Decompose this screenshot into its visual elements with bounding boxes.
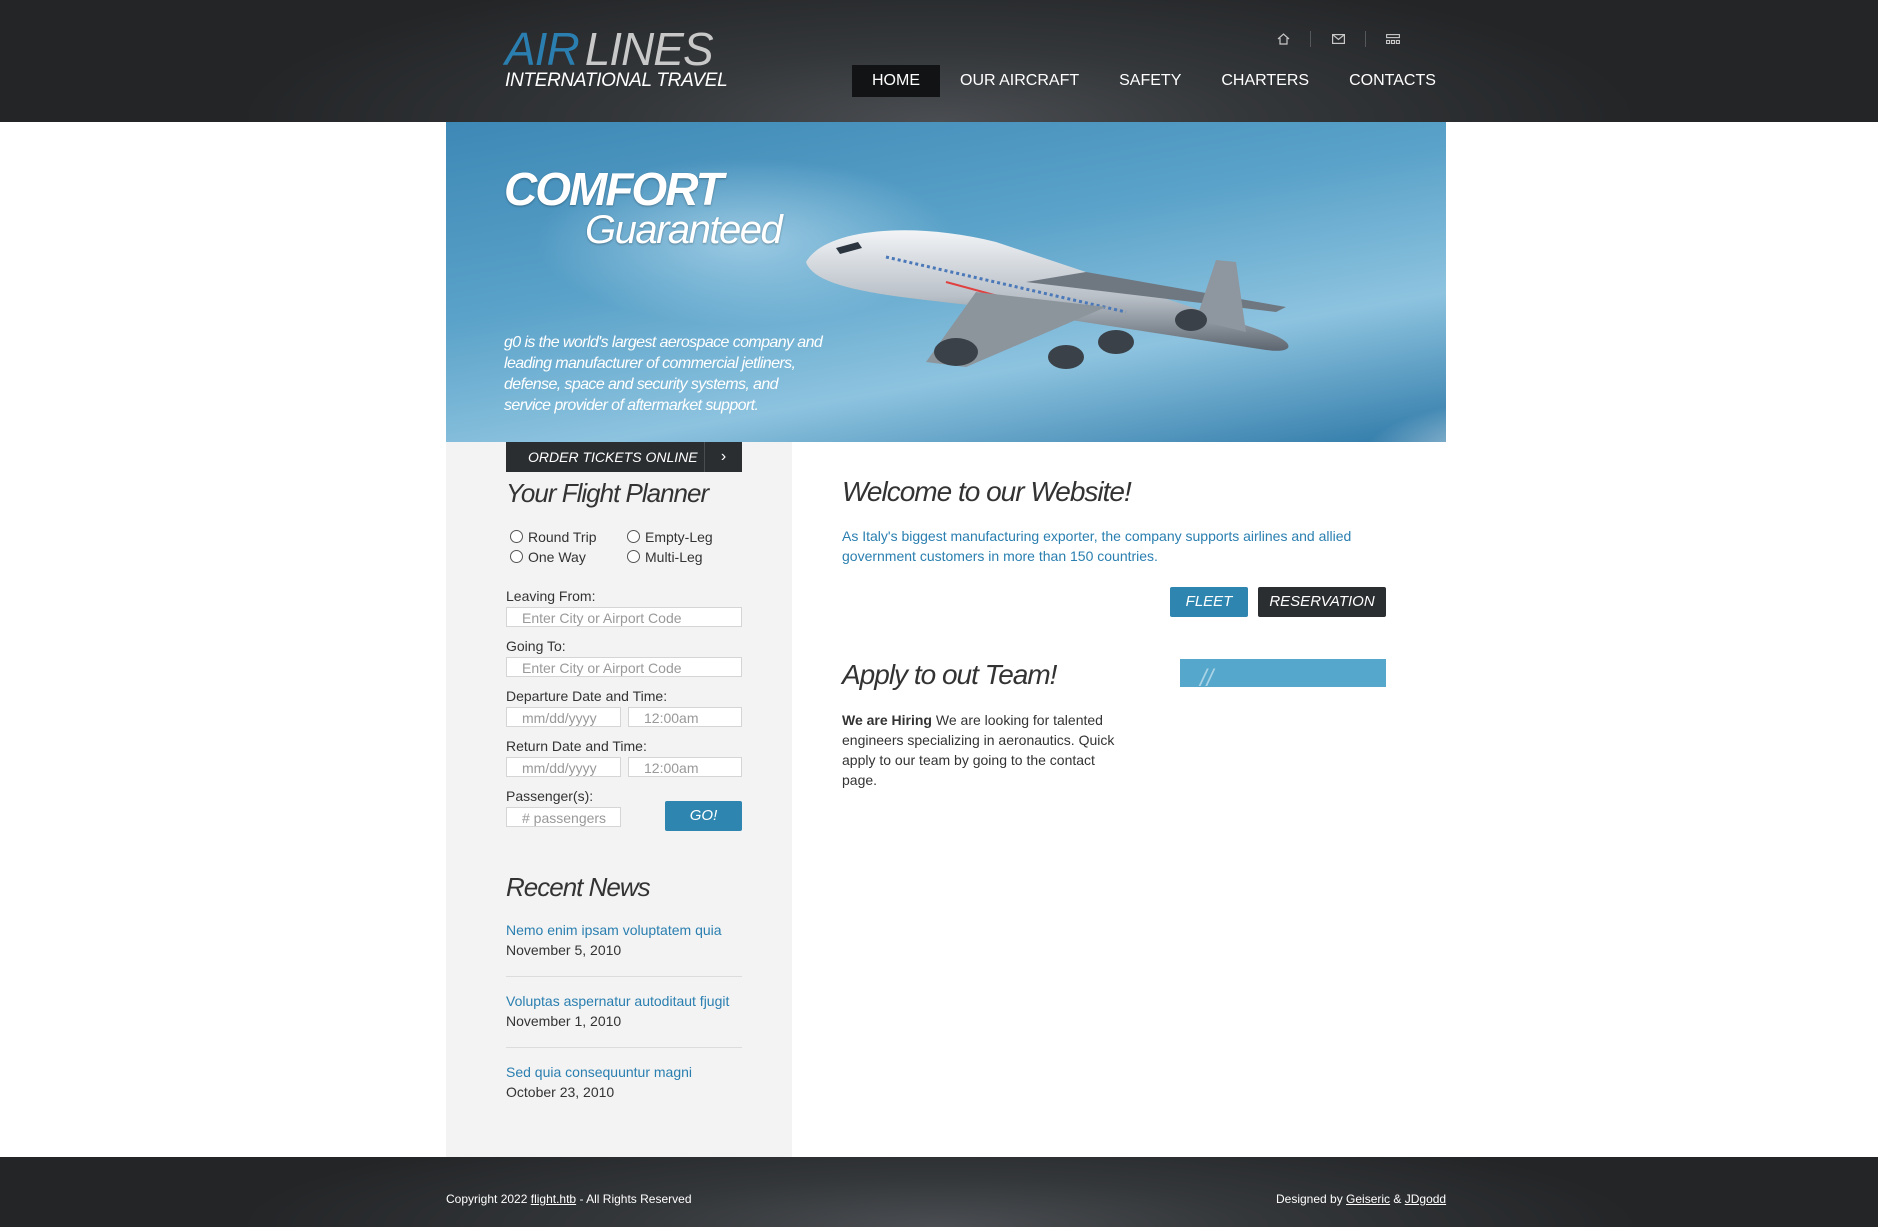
- team-banner-image: //: [1180, 659, 1386, 687]
- hiring-bold: We are Hiring: [842, 712, 932, 728]
- mail-icon[interactable]: [1311, 28, 1365, 50]
- copyright: Copyright 2022 flight.htb - All Rights R…: [446, 1192, 692, 1206]
- radio-label: Empty-Leg: [645, 528, 713, 545]
- ampersand: &: [1390, 1192, 1405, 1206]
- nav-safety[interactable]: SAFETY: [1099, 65, 1201, 97]
- hero-description: g0 is the world's largest aerospace comp…: [504, 334, 823, 414]
- news-date: November 1, 2010: [506, 1013, 622, 1029]
- intro-text: As Italy's biggest manufacturing exporte…: [842, 528, 1352, 564]
- sidebar: ORDER TICKETS ONLINE › Your Flight Plann…: [446, 442, 792, 1157]
- news-divider: [506, 976, 742, 977]
- main-nav: HOME OUR AIRCRAFT SAFETY CHARTERS CONTAC…: [852, 65, 1456, 97]
- leaving-from-input[interactable]: Enter City or Airport Code: [506, 607, 742, 627]
- chevron-right-icon: ›: [704, 442, 742, 472]
- departure-label: Departure Date and Time:: [506, 688, 668, 704]
- go-button[interactable]: GO!: [665, 801, 742, 831]
- trip-type-options: Round Trip Empty-Leg One Way Multi-Leg: [510, 528, 750, 565]
- radio-label: One Way: [528, 548, 586, 565]
- news-item: Voluptas aspernatur autoditaut fjugit No…: [506, 993, 742, 1029]
- sitemap-icon[interactable]: [1366, 28, 1420, 50]
- nav-home[interactable]: HOME: [852, 65, 940, 97]
- radio-circle-icon: [510, 530, 523, 543]
- going-to-label: Going To:: [506, 638, 566, 654]
- site-logo[interactable]: AIR LINES INTERNATIONAL TRAVEL: [505, 22, 728, 92]
- return-time-input[interactable]: 12:00am: [628, 757, 742, 777]
- logo-lines-text: LINES: [584, 23, 714, 75]
- site-link[interactable]: flight.htb: [531, 1192, 576, 1206]
- designer-link-jdgodd[interactable]: JDgodd: [1405, 1192, 1446, 1206]
- radio-label: Round Trip: [528, 528, 597, 545]
- going-to-input[interactable]: Enter City or Airport Code: [506, 657, 742, 677]
- news-divider: [506, 1047, 742, 1048]
- news-link[interactable]: Voluptas aspernatur autoditaut fjugit: [506, 993, 742, 1009]
- recent-news-title: Recent News: [506, 872, 651, 902]
- welcome-title: Welcome to our Website!: [842, 476, 1132, 507]
- site-footer: Copyright 2022 flight.htb - All Rights R…: [0, 1157, 1878, 1227]
- news-item: Nemo enim ipsam voluptatem quia November…: [506, 922, 742, 958]
- nav-charters[interactable]: CHARTERS: [1201, 65, 1329, 97]
- passengers-input[interactable]: # passengers: [506, 807, 621, 827]
- nav-our-aircraft[interactable]: OUR AIRCRAFT: [940, 65, 1099, 97]
- home-icon[interactable]: [1256, 28, 1310, 50]
- radio-circle-icon: [627, 530, 640, 543]
- hero-subtitle: Guaranteed: [585, 208, 783, 252]
- hero-banner: COMFORT Guaranteed g0 is the world's lar…: [446, 122, 1446, 442]
- team-title: Apply to out Team!: [842, 659, 1057, 690]
- radio-one-way[interactable]: One Way: [510, 548, 627, 565]
- designer-credits: Designed by Geiseric & JDgodd: [1276, 1192, 1446, 1206]
- passengers-label: Passenger(s):: [506, 788, 594, 804]
- return-date-input[interactable]: mm/dd/yyyy: [506, 757, 621, 777]
- designer-link-geiseric[interactable]: Geiseric: [1346, 1192, 1390, 1206]
- departure-time-input[interactable]: 12:00am: [628, 707, 742, 727]
- news-item: Sed quia consequuntur magni October 23, …: [506, 1064, 742, 1100]
- fleet-button[interactable]: FLEET: [1170, 587, 1248, 617]
- logo-subtitle: INTERNATIONAL TRAVEL: [505, 70, 728, 91]
- nav-contacts[interactable]: CONTACTS: [1329, 65, 1456, 97]
- logo-air-text: AIR: [505, 23, 580, 75]
- leaving-from-label: Leaving From:: [506, 588, 596, 604]
- radio-circle-icon: [510, 550, 523, 563]
- return-label: Return Date and Time:: [506, 738, 647, 754]
- banner-decoration-icon: //: [1200, 665, 1214, 687]
- hiring-text: We are Hiring We are looking for talente…: [842, 710, 1132, 790]
- designed-by-label: Designed by: [1276, 1192, 1347, 1206]
- reservation-button[interactable]: RESERVATION: [1258, 587, 1386, 617]
- order-tickets-label: ORDER TICKETS ONLINE: [528, 449, 698, 465]
- departure-date-input[interactable]: mm/dd/yyyy: [506, 707, 621, 727]
- order-tickets-button[interactable]: ORDER TICKETS ONLINE ›: [506, 442, 742, 472]
- radio-round-trip[interactable]: Round Trip: [510, 528, 627, 545]
- copyright-prefix: Copyright 2022: [446, 1192, 531, 1206]
- news-link[interactable]: Sed quia consequuntur magni: [506, 1064, 742, 1080]
- radio-empty-leg[interactable]: Empty-Leg: [627, 528, 744, 545]
- radio-multi-leg[interactable]: Multi-Leg: [627, 548, 744, 565]
- news-link[interactable]: Nemo enim ipsam voluptatem quia: [506, 922, 742, 938]
- radio-circle-icon: [627, 550, 640, 563]
- copyright-suffix: - All Rights Reserved: [576, 1192, 692, 1206]
- news-date: October 23, 2010: [506, 1084, 615, 1100]
- airplane-image: [806, 230, 1289, 369]
- site-header: AIR LINES INTERNATIONAL TRAVEL HOME OUR A…: [0, 0, 1878, 122]
- top-icon-bar: [1256, 28, 1420, 50]
- news-date: November 5, 2010: [506, 942, 622, 958]
- flight-planner-title: Your Flight Planner: [506, 478, 709, 508]
- radio-label: Multi-Leg: [645, 548, 703, 565]
